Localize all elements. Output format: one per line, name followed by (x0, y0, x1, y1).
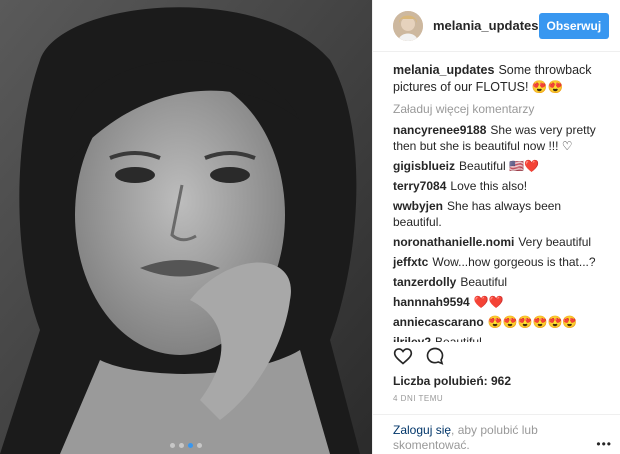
comment-text: Beautiful (460, 275, 508, 289)
comment-text: ❤️❤️ (473, 295, 504, 309)
comment-text: Wow...how gorgeous is that...? (432, 255, 596, 269)
comment-row: wwbyjen She has always been beautiful. (393, 198, 608, 230)
header-username[interactable]: melania_updates (433, 18, 539, 33)
more-options-icon[interactable]: ••• (596, 437, 612, 452)
post-photo[interactable] (0, 0, 372, 454)
post-time[interactable]: 4 DNI TEMU (393, 394, 443, 403)
comment-username[interactable]: noronathanielle.nomi (393, 235, 514, 249)
avatar[interactable] (393, 10, 423, 41)
comment-username[interactable]: gigisblueiz (393, 159, 455, 173)
comment-text: Beautiful (435, 335, 482, 342)
comment-row: jeffxtc Wow...how gorgeous is that...? (393, 254, 608, 270)
heart-icon[interactable] (393, 346, 413, 366)
login-prompt: Zaloguj się, aby polubić lub skomentować… (373, 414, 620, 454)
load-more-comments-link[interactable]: Załaduj więcej komentarzy (393, 102, 608, 116)
post-sidebar: melania_updates Obserwuj melania_updates… (372, 0, 620, 454)
comment-text: 😍😍😍😍😍😍 (487, 315, 578, 329)
comment-row: tanzerdolly Beautiful (393, 274, 608, 290)
comment-row: terry7084 Love this also! (393, 178, 608, 194)
post-header: melania_updates Obserwuj (373, 0, 620, 52)
caption-username[interactable]: melania_updates (393, 63, 494, 77)
carousel-dot[interactable] (170, 443, 175, 448)
likes-count[interactable]: Liczba polubień: 962 (393, 374, 511, 388)
portrait-image (0, 0, 372, 454)
carousel-dot[interactable] (179, 443, 184, 448)
action-bar (393, 346, 445, 366)
comment-username[interactable]: jlriley2 (393, 335, 431, 342)
comment-row: noronathanielle.nomi Very beautiful (393, 234, 608, 250)
comment-icon[interactable] (425, 346, 445, 366)
comments-list: melania_updates Some throwback pictures o… (373, 52, 620, 342)
comment-username[interactable]: nancyrenee9188 (393, 123, 486, 137)
comment-username[interactable]: terry7084 (393, 179, 446, 193)
carousel-dots (0, 443, 372, 448)
comment-text: Love this also! (450, 179, 528, 193)
comment-username[interactable]: anniecascarano (393, 315, 484, 329)
carousel-dot-active[interactable] (188, 443, 193, 448)
comment-text: Very beautiful (518, 235, 592, 249)
comment-row: anniecascarano 😍😍😍😍😍😍 (393, 314, 608, 330)
login-link[interactable]: Zaloguj się (393, 423, 451, 437)
comment-row: gigisblueiz Beautiful 🇺🇸❤️ (393, 158, 608, 174)
caption: melania_updates Some throwback pictures o… (393, 62, 608, 96)
carousel-dot[interactable] (197, 443, 202, 448)
comment-username[interactable]: hannnah9594 (393, 295, 470, 309)
comment-username[interactable]: tanzerdolly (393, 275, 456, 289)
comment-row: jlriley2 Beautiful (393, 334, 608, 342)
comment-username[interactable]: jeffxtc (393, 255, 428, 269)
comment-text: Beautiful 🇺🇸❤️ (459, 159, 539, 173)
follow-button[interactable]: Obserwuj (538, 12, 610, 39)
comment-row: nancyrenee9188 She was very pretty then b… (393, 122, 608, 154)
comment-username[interactable]: wwbyjen (393, 199, 443, 213)
comment-row: hannnah9594 ❤️❤️ (393, 294, 608, 310)
